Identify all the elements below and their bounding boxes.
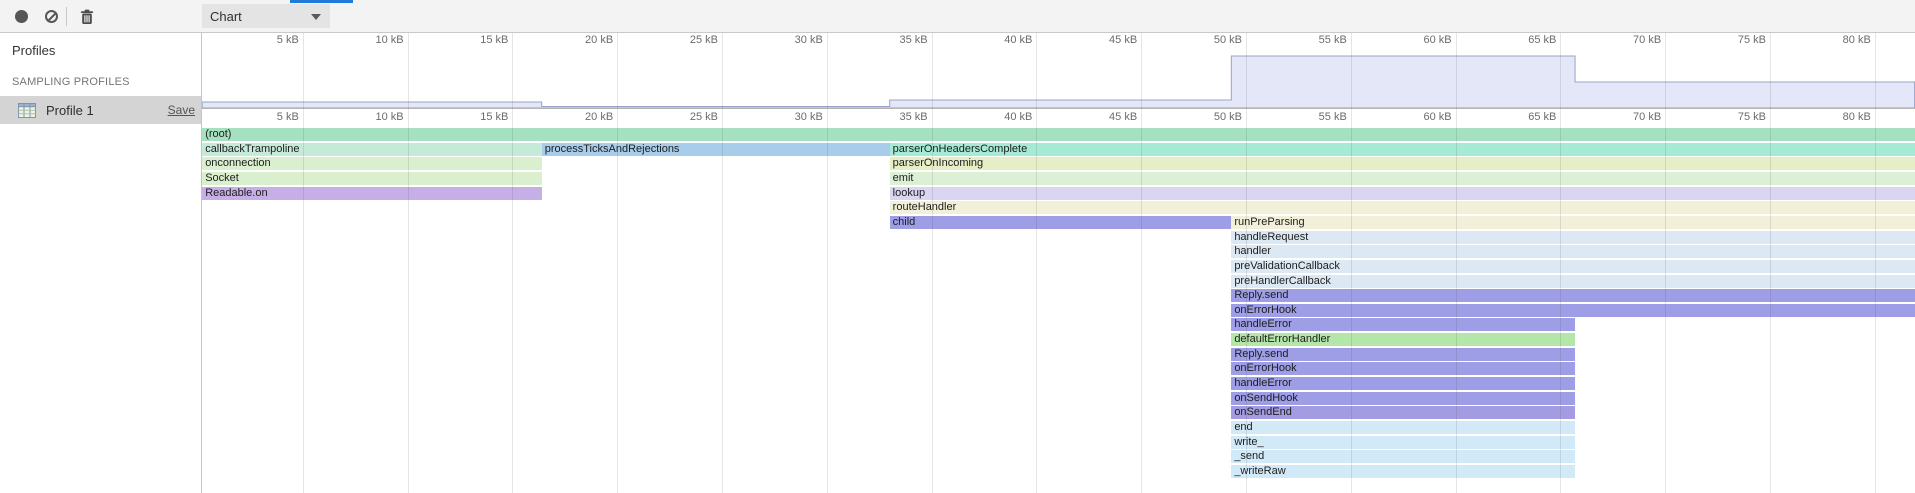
flame-frame[interactable]: defaultErrorHandler — [1231, 333, 1575, 346]
ruler-tick-label: 45 kB — [1109, 111, 1141, 123]
ruler-tick-label: 35 kB — [899, 111, 931, 123]
flame-frame[interactable]: emit — [890, 172, 1915, 185]
flame-frame[interactable]: handler — [1231, 245, 1914, 258]
flame-frame[interactable]: onErrorHook — [1231, 362, 1575, 375]
chart-view-select-label: Chart — [210, 9, 242, 24]
block-icon[interactable] — [38, 0, 64, 33]
flame-frame[interactable]: _writeRaw — [1231, 465, 1575, 478]
ruler-tick-label: 10 kB — [375, 111, 407, 123]
ruler-tick-label: 65 kB — [1528, 111, 1560, 123]
ruler-tick-label: 15 kB — [480, 34, 512, 46]
sidebar-title: Profiles — [0, 33, 201, 58]
toolbar-divider — [66, 7, 67, 26]
save-link[interactable]: Save — [168, 103, 195, 117]
flame-frame[interactable]: Reply.send — [1231, 348, 1575, 361]
flame-frame[interactable]: Reply.send — [1231, 289, 1914, 302]
profile-name: Profile 1 — [46, 103, 94, 118]
flame-frame[interactable]: preHandlerCallback — [1231, 275, 1914, 288]
ruler-tick-label: 30 kB — [795, 111, 827, 123]
ruler-tick-label: 55 kB — [1319, 111, 1351, 123]
ruler-tick-label: 25 kB — [690, 34, 722, 46]
ruler-tick-label: 30 kB — [795, 34, 827, 46]
overview-baseline — [202, 108, 1915, 109]
chart-view-select[interactable]: Chart — [202, 4, 330, 28]
flame-frame[interactable]: end — [1231, 421, 1575, 434]
chevron-down-icon — [311, 14, 321, 20]
ruler-tick-label: 25 kB — [690, 111, 722, 123]
flame-frame[interactable]: routeHandler — [890, 201, 1915, 214]
ruler-tick-label: 10 kB — [375, 34, 407, 46]
ruler-tick-label: 5 kB — [277, 34, 303, 46]
ruler-tick-label: 15 kB — [480, 111, 512, 123]
flame-frame[interactable]: onSendHook — [1231, 392, 1575, 405]
flame-frame[interactable]: processTicksAndRejections — [542, 143, 890, 156]
ruler-tick-label: 80 kB — [1843, 34, 1875, 46]
flame-frame[interactable]: onErrorHook — [1231, 304, 1914, 317]
flame-frame[interactable]: write_ — [1231, 436, 1575, 449]
flame-frame[interactable]: callbackTrampoline — [202, 143, 542, 156]
ruler-tick-label: 60 kB — [1423, 111, 1455, 123]
flame-frame[interactable]: Socket — [202, 172, 542, 185]
ruler-tick-label: 5 kB — [277, 111, 303, 123]
flame-frame[interactable]: lookup — [890, 187, 1915, 200]
ruler-tick-label: 60 kB — [1423, 34, 1455, 46]
flame-frame[interactable]: (root) — [202, 128, 1914, 141]
ruler-tick-label: 55 kB — [1319, 34, 1351, 46]
ruler-tick-label: 35 kB — [899, 34, 931, 46]
flame-frame[interactable]: preValidationCallback — [1231, 260, 1914, 273]
overview-selection-area[interactable] — [202, 48, 1915, 109]
ruler-tick-label: 70 kB — [1633, 111, 1665, 123]
profiles-sidebar: Profiles SAMPLING PROFILES Profile 1 Sav… — [0, 33, 202, 493]
ruler-tick-label: 45 kB — [1109, 34, 1141, 46]
ruler-tick-label: 50 kB — [1214, 34, 1246, 46]
sampling-profiles-section-label: SAMPLING PROFILES — [0, 58, 201, 88]
active-tab-indicator — [290, 0, 353, 3]
toolbar: Chart — [0, 0, 1915, 33]
ruler-tick-label: 40 kB — [1004, 34, 1036, 46]
trash-icon[interactable] — [74, 0, 100, 33]
ruler-tick-label: 70 kB — [1633, 34, 1665, 46]
flame-frame[interactable]: handleRequest — [1231, 231, 1914, 244]
flame-frame[interactable]: runPreParsing — [1231, 216, 1914, 229]
flame-frame[interactable]: _send — [1231, 450, 1575, 463]
flame-frame[interactable]: onconnection — [202, 157, 542, 170]
ruler-tick-label: 65 kB — [1528, 34, 1560, 46]
flame-frame[interactable]: handleError — [1231, 318, 1575, 331]
flame-frame[interactable]: parserOnIncoming — [890, 157, 1915, 170]
profile-icon — [18, 103, 36, 118]
flame-frame[interactable]: Readable.on — [202, 187, 542, 200]
profile-item[interactable]: Profile 1 Save — [0, 96, 201, 124]
ruler-tick-label: 50 kB — [1214, 111, 1246, 123]
flame-frame[interactable]: parserOnHeadersComplete — [890, 143, 1915, 156]
flame-frame[interactable]: child — [890, 216, 1232, 229]
ruler-tick-label: 40 kB — [1004, 111, 1036, 123]
ruler-tick-label: 80 kB — [1843, 111, 1875, 123]
record-icon[interactable] — [8, 0, 34, 33]
memory-flame-chart-panel: 5 kB 10 kB 15 kB 20 kB 25 kB 30 kB 35 kB 40 kB 4… — [202, 33, 1915, 493]
ruler-tick-label: 75 kB — [1738, 34, 1770, 46]
ruler-tick-label: 20 kB — [585, 34, 617, 46]
flame-frame[interactable]: onSendEnd — [1231, 406, 1575, 419]
ruler-tick-label: 75 kB — [1738, 111, 1770, 123]
flame-frame[interactable]: handleError — [1231, 377, 1575, 390]
ruler-tick-label: 20 kB — [585, 111, 617, 123]
